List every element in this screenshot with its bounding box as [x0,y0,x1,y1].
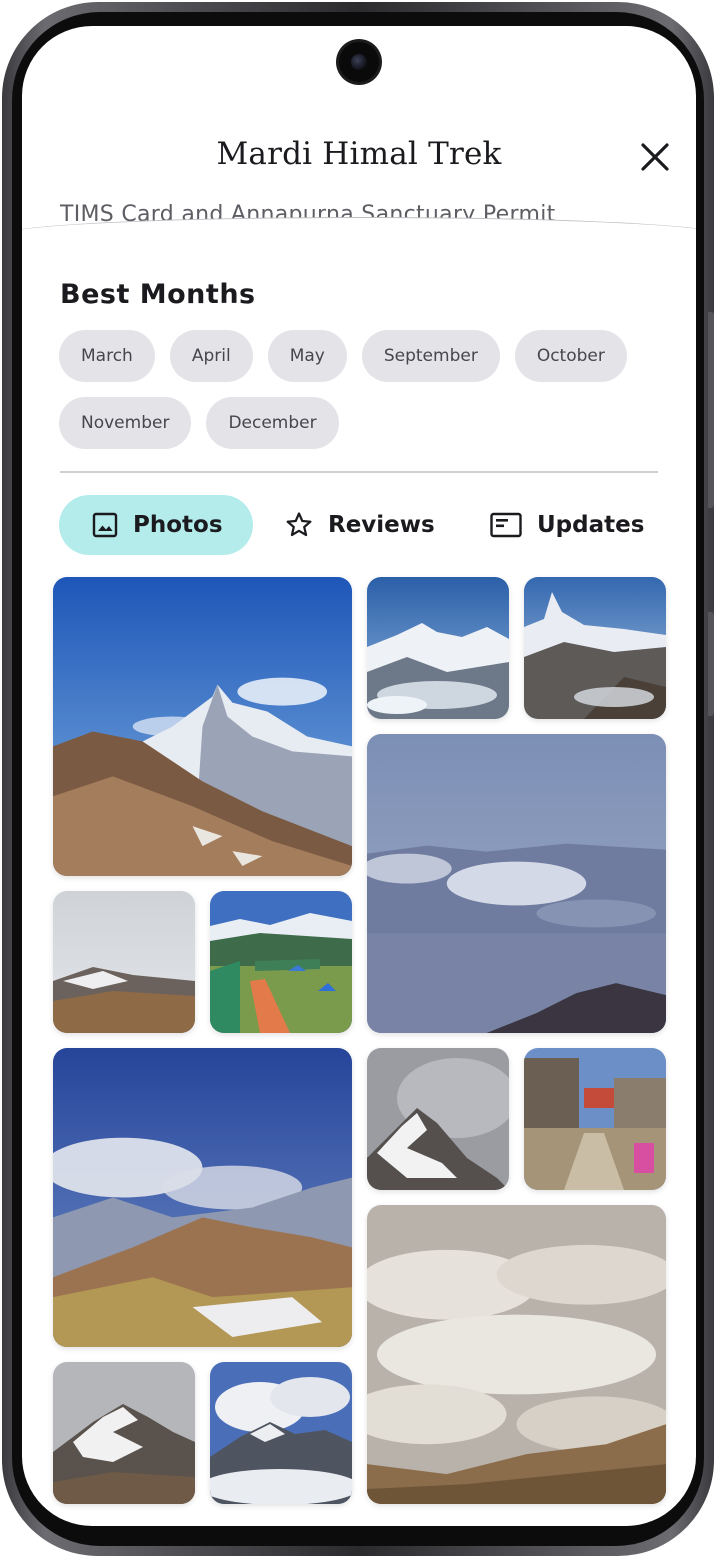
photo-tile[interactable] [53,1048,352,1347]
front-camera [339,42,379,82]
photo-tile[interactable] [210,891,352,1033]
photo-image [367,577,509,719]
photo-tile[interactable] [367,577,509,719]
image-icon [92,512,118,538]
volume-button [708,312,714,508]
photo-tile[interactable] [53,577,352,876]
photo-image [524,577,666,719]
photo-tile[interactable] [53,891,195,1033]
month-chip[interactable]: March [59,330,155,382]
sheet-curve-edge [22,217,696,277]
screen: Mardi Himal Trek TIMS Card and Annapurna… [22,26,696,1526]
photo-image [210,1362,352,1504]
close-icon [641,143,669,171]
page-title: Mardi Himal Trek [216,136,502,172]
photo-image [524,1048,666,1190]
photo-image [210,891,352,1033]
tab-updates[interactable]: Updates [489,495,659,555]
month-chip[interactable]: April [169,330,253,382]
month-chip[interactable]: May [267,330,347,382]
photo-image [53,1362,195,1504]
power-button [708,612,714,716]
star-icon [286,512,312,537]
newspaper-icon [490,512,522,538]
photo-tile[interactable] [53,1362,195,1504]
photo-image [53,891,195,1033]
photo-tile[interactable] [367,734,666,1033]
tab-photos[interactable]: Photos [59,495,253,555]
photo-image [53,1048,352,1347]
month-chip[interactable]: December [206,397,339,449]
tab-label: Photos [133,512,223,538]
month-chip[interactable]: November [59,397,192,449]
tab-reviews[interactable]: Reviews [284,495,454,555]
month-chip[interactable]: September [361,330,500,382]
photo-tile[interactable] [367,1205,666,1504]
photo-tile[interactable] [524,577,666,719]
month-chips: March April May September October Novemb… [59,330,671,449]
tab-label: Reviews [328,512,435,538]
month-chip[interactable]: October [514,330,627,382]
photo-image [367,1205,666,1504]
photo-tile[interactable] [524,1048,666,1190]
divider [60,471,658,473]
best-months-heading: Best Months [60,279,256,310]
photo-tile[interactable] [367,1048,509,1190]
close-button[interactable] [634,136,676,178]
photo-tile[interactable] [210,1362,352,1504]
photo-image [53,577,352,876]
content-tabs: Photos Reviews Updates [59,495,659,555]
phone-frame: Mardi Himal Trek TIMS Card and Annapurna… [2,2,714,1556]
photo-image [367,734,666,1033]
tab-label: Updates [537,512,645,538]
photo-image [367,1048,509,1190]
